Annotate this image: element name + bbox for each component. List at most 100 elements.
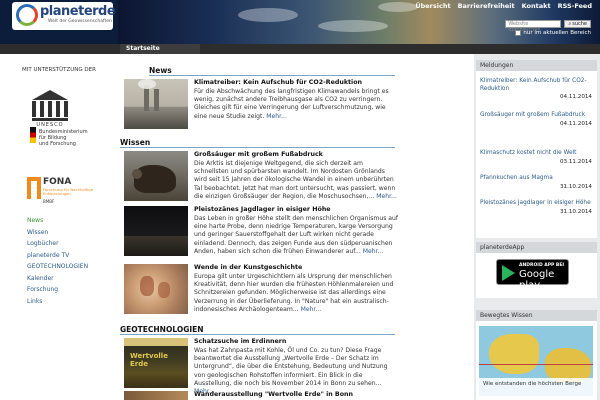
article-title[interactable]: Großsäuger mit großem Fußabdruck [194,151,323,158]
news-link[interactable]: Klimaschutz kostet nicht die Welt [480,150,592,158]
video-caption: Wie entstanden die höchsten Berge [483,381,582,387]
logo-text: planeterde [40,4,116,19]
app-box: planeterdeApp ANDROID APP BEI Google pla… [476,242,597,298]
video-thumbnail[interactable]: Wie entstanden die höchsten Berge [479,326,593,396]
article-teaser: Die Arktis ist diejenige Weltgegend, die… [194,160,397,200]
article-thumbnail[interactable] [124,264,188,314]
topnav-kontakt[interactable]: Kontakt [522,2,551,10]
bmbf-logo[interactable]: Bundesministerium für Bildung und Forsch… [30,127,110,159]
bewegtes-wissen-box: Bewegtes Wissen Wie entstanden die höchs… [476,310,597,400]
leftnav-wissen[interactable]: Wissen [27,229,88,236]
more-link[interactable]: Mehr... [266,113,287,120]
article-title[interactable]: Klimatreiber: Kein Aufschub für CO2-Redu… [194,79,362,86]
search-scope-checkbox[interactable] [515,30,522,36]
topnav-rss-feed[interactable]: RSS-Feed [558,2,592,10]
leftnav-logbuecher[interactable]: Logbücher [27,240,88,247]
page: planeterde Welt der Geowissenschaften Üb… [0,0,600,400]
site-header: planeterde Welt der Geowissenschaften Üb… [0,0,600,44]
search-button-label: suche [572,21,587,27]
section-divider [120,147,395,148]
fona-title: FONA [43,177,72,187]
section-title-geotechnologien: GEOTECHNOLOGIEN [120,325,204,334]
article-item: Pleistozänes Jagdlager in eisiger Höhe D… [124,206,399,258]
article-thumbnail[interactable] [124,206,188,256]
thumbnail-caption: Wertvolle Erde [130,352,168,368]
main-content: News Klimatreiber: Kein Aufschub für CO2… [120,54,472,400]
logo-subtitle: Welt der Geowissenschaften [48,19,112,24]
section-divider [120,334,395,335]
search-form: Website durchsuchen ⌕ suche [505,20,591,33]
article-teaser: Europa gilt unter Urgeschichtlern als Ur… [194,273,394,313]
more-link[interactable]: Mehr... [363,248,384,255]
leftnav-kalender[interactable]: Kalender [27,275,88,282]
news-list-item: Pleistozänes Jagdlager in eisiger Höhe 3… [480,200,592,215]
section-title-news: News [149,66,172,75]
fona-logo[interactable]: FONA Forschung für Nachhaltige Entwicklu… [27,177,117,207]
article-title[interactable]: Wende in der Kunstgeschichte [194,264,302,271]
top-navigation: Übersicht Barrierefreiheit Kontakt RSS-F… [415,2,592,10]
news-date: 04.11.2014 [559,94,592,100]
left-navigation: News Wissen Logbücher planeterde TV GEOT… [27,217,88,309]
leftnav-forschung[interactable]: Forschung [27,286,88,293]
main-navigation-bar: Startseite [0,44,600,54]
left-sidebar: MIT UNTERSTÜTZUNG DER UNESCO Bundesminis… [0,54,118,400]
news-date: 31.10.2014 [559,208,592,215]
site-logo[interactable]: planeterde Welt der Geowissenschaften [12,2,116,30]
leftnav-geotechnologien[interactable]: GEOTECHNOLOGIEN [27,263,88,270]
topnav-uebersicht[interactable]: Übersicht [415,2,450,10]
google-play-icon [502,265,515,281]
article-thumbnail[interactable] [124,391,188,400]
support-label: MIT UNTERSTÜTZUNG DER [22,67,96,73]
fona-subtitle: Forschung für Nachhaltige Entwicklungen [43,187,94,196]
article-item: Wertvolle Erde Schatzsuche im Erdinnern … [124,338,399,395]
google-play-badge[interactable]: ANDROID APP BEI Google play [496,259,569,291]
topnav-barrierefreiheit[interactable]: Barrierefreiheit [458,2,515,10]
article-teaser: Für die Abschwächung des langfristigen K… [194,88,389,120]
more-link[interactable]: Mehr... [376,193,397,200]
section-title-wissen: Wissen [120,138,151,147]
article-teaser: Was hat Zahnpasta mit Kohle, Öl und Co. … [194,347,388,396]
article-thumbnail[interactable] [124,79,188,129]
article-teaser: Das Leben in großer Höhe stellt den mens… [194,215,399,255]
article-item: Großsäuger mit großem Fußabdruck Die Ark… [124,151,399,203]
news-date: 04.11.2014 [559,120,592,127]
right-sidebar: Meldungen Klimatreiber: Kein Aufschub fü… [474,54,600,400]
news-date: 03.11.2014 [559,158,592,165]
news-list-item: Großsäuger mit großem Fußabdruck 04.11.2… [480,112,592,127]
meldungen-title: Meldungen [476,60,597,71]
leftnav-planeterde-tv[interactable]: planeterde TV [27,252,88,259]
search-scope-label: nur im aktuellen Bereich [523,30,591,36]
fona-mark-icon [27,177,41,199]
search-input[interactable]: Website durchsuchen [505,20,562,33]
meldungen-box: Meldungen Klimatreiber: Kein Aufschub fü… [476,60,597,238]
tab-startseite[interactable]: Startseite [126,45,160,52]
news-list-item: Pfannkuchen aus Magma 31.10.2014 [480,175,592,190]
more-link[interactable]: Mehr... [301,306,322,313]
news-list-item: Klimatreiber: Kein Aufschub für CO2-Redu… [480,78,592,100]
bewegtes-wissen-title: Bewegtes Wissen [476,310,597,321]
news-link[interactable]: Pleistozänes Jagdlager in eisiger Höhe [480,200,592,208]
news-link[interactable]: Pfannkuchen aus Magma [480,175,592,183]
article-title[interactable]: Schatzsuche im Erdinnern [194,338,286,345]
fona-bmbf: BMBF [43,199,55,204]
badge-line-1: ANDROID APP BEI [519,263,565,268]
article-item: Wende in der Kunstgeschichte Europa gilt… [124,264,399,316]
leftnav-links[interactable]: Links [27,298,88,305]
search-button[interactable]: ⌕ suche [564,20,591,28]
section-divider [149,75,395,76]
german-flag-icon [30,127,36,143]
search-scope-option: nur im aktuellen Bereich [515,30,591,36]
article-thumbnail[interactable]: Wertvolle Erde [124,338,188,388]
leftnav-news[interactable]: News [27,217,88,224]
article-thumbnail[interactable] [124,151,188,201]
bmbf-logo-text: Bundesministerium für Bildung und Forsch… [39,129,88,147]
logo-ring-icon [16,4,38,26]
badge-line-2: Google play [519,269,555,291]
news-link[interactable]: Klimatreiber: Kein Aufschub für CO2-Redu… [480,78,592,93]
news-link[interactable]: Großsäuger mit großem Fußabdruck [480,112,592,120]
article-title[interactable]: Pleistozänes Jagdlager in eisiger Höhe [194,206,331,213]
article-item: Wanderausstellung "Wertvolle Erde" in Bo… [124,391,399,400]
news-list-item: Klimaschutz kostet nicht die Welt 03.11.… [480,150,592,165]
article-title[interactable]: Wanderausstellung "Wertvolle Erde" in Bo… [194,391,353,398]
search-icon: ⌕ [568,21,572,27]
